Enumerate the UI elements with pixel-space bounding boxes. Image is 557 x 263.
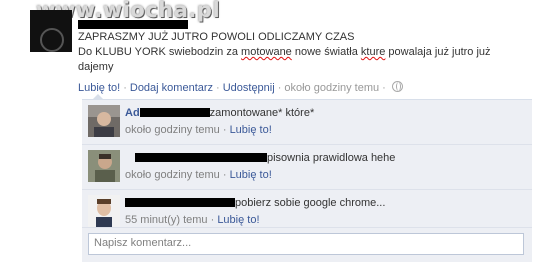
comment-timestamp[interactable]: 55 minut(y) temu <box>125 214 208 226</box>
like-link[interactable]: Lubię to! <box>78 82 120 94</box>
separator: · <box>216 82 220 94</box>
add-comment-link[interactable]: Dodaj komentarz <box>130 82 213 94</box>
post-body-text: Do KLUBU YORK swiebodzin za <box>78 46 242 58</box>
comment-item: pisownia prawidlowa hehe około godziny t… <box>82 145 532 190</box>
comment-meta: około godziny temu · Lubię to! <box>125 124 272 136</box>
avatar-photo <box>88 105 120 137</box>
comment-text-line: pisownia prawidlowa hehe <box>125 152 395 164</box>
comment-timestamp[interactable]: około godziny temu <box>125 124 220 136</box>
avatar-photo <box>88 150 120 182</box>
misspelled-word: motowane <box>241 46 292 58</box>
post-body: Do KLUBU YORK swiebodzin za motowane now… <box>78 45 498 75</box>
post-timestamp[interactable]: około godziny temu <box>284 82 379 94</box>
commenter-avatar[interactable] <box>88 105 120 137</box>
share-link[interactable]: Udostępnij <box>223 82 275 94</box>
post-body-text: nowe światła <box>291 46 361 58</box>
post-author-avatar[interactable] <box>30 10 72 52</box>
comment-text: pobierz sobie google chrome... <box>235 197 386 209</box>
avatar-photo <box>88 195 120 227</box>
comment-item: Ad zamontowane* które* około godziny temu… <box>82 100 532 145</box>
commenter-name[interactable]: Ad <box>125 107 140 119</box>
globe-icon <box>391 81 403 92</box>
separator: · <box>382 82 386 94</box>
comment-like-link[interactable]: Lubię to! <box>217 214 259 226</box>
comment-like-link[interactable]: Lubię to! <box>230 124 272 136</box>
comment-meta: około godziny temu · Lubię to! <box>125 169 272 181</box>
commenter-avatar[interactable] <box>88 195 120 227</box>
comment-input[interactable] <box>89 234 514 252</box>
comment-item: pobierz sobie google chrome... 55 minut(… <box>82 190 532 228</box>
comment-meta: 55 minut(y) temu · Lubię to! <box>125 214 260 226</box>
comment-timestamp[interactable]: około godziny temu <box>125 169 220 181</box>
post-actions: Lubię to! · Dodaj komentarz · Udostępnij · oko… <box>78 81 403 94</box>
separator: · <box>123 82 127 94</box>
comment-text: zamontowane* które* <box>209 107 315 119</box>
misspelled-word: kture <box>360 46 386 58</box>
commenter-avatar[interactable] <box>88 150 120 182</box>
redacted-author-name <box>78 20 188 29</box>
comment-text-line: pobierz sobie google chrome... <box>125 197 385 209</box>
comment-like-link[interactable]: Lubię to! <box>230 169 272 181</box>
comment-text: pisownia prawidlowa hehe <box>267 152 396 164</box>
comments-panel: Ad zamontowane* które* około godziny temu… <box>82 94 532 262</box>
redacted-commenter-name <box>139 108 210 117</box>
separator: · <box>277 82 282 94</box>
comment-composer[interactable] <box>88 233 524 255</box>
comment-text-line: Ad zamontowane* które* <box>125 107 314 119</box>
redacted-commenter-name <box>135 153 267 162</box>
avatar-graphic <box>40 28 64 52</box>
post-headline: ZAPRASZMY JUŻ JUTRO POWOLI ODLICZAMY CZA… <box>78 31 355 43</box>
facebook-post: www.wiocha.pl ZAPRASZMY JUŻ JUTRO POWOLI… <box>0 0 557 263</box>
redacted-commenter-name <box>125 198 235 207</box>
